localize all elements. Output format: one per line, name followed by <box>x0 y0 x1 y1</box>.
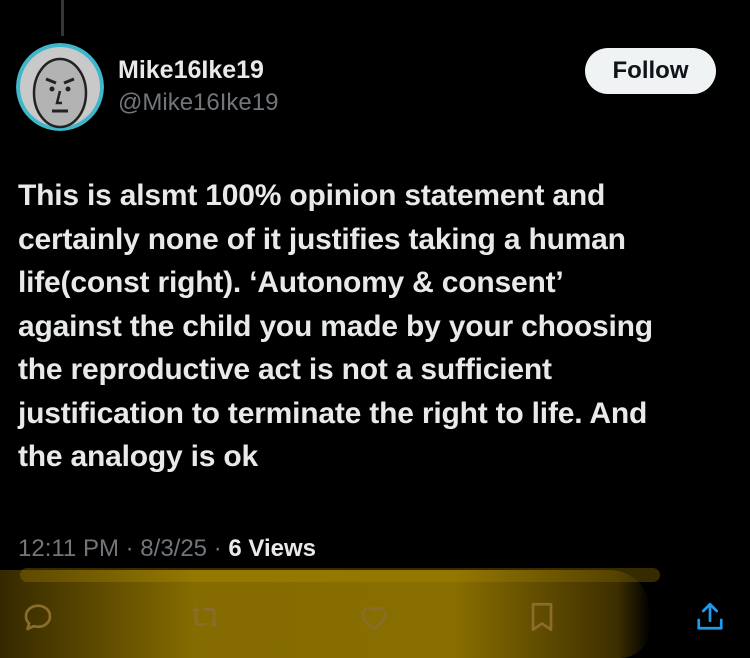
meta-separator: · <box>213 535 222 562</box>
repost-icon <box>191 606 219 628</box>
bookmark-icon <box>531 602 553 632</box>
post-date[interactable]: 8/3/25 <box>140 535 207 562</box>
post-body: This is alsmt 100% opinion statement and… <box>18 174 730 479</box>
views-count[interactable]: 6 <box>228 535 241 562</box>
post-text-line: certainly none of it justifies taking a … <box>18 222 626 256</box>
meta-separator: · <box>125 535 134 562</box>
author-display-name[interactable]: Mike16Ike19 <box>118 55 264 85</box>
reply-button[interactable] <box>16 595 60 639</box>
share-button[interactable] <box>688 595 732 639</box>
post-text-line: justification to terminate the right to … <box>18 396 648 430</box>
npc-face-icon <box>16 43 104 131</box>
like-button[interactable] <box>352 595 396 639</box>
reply-icon <box>24 604 52 631</box>
post-time[interactable]: 12:11 PM <box>18 535 119 562</box>
thread-connector-line <box>61 0 64 36</box>
author-handle[interactable]: @Mike16Ike19 <box>118 88 278 118</box>
avatar[interactable] <box>16 43 104 131</box>
post-text-line: life(const right). ‘Autonomy & consent’ <box>18 266 564 299</box>
views-label[interactable]: Views <box>248 535 316 562</box>
post-text-line: against the child you made by your choos… <box>18 309 653 343</box>
post-text-line: the analogy is ok <box>18 440 258 473</box>
bookmark-button[interactable] <box>520 595 564 639</box>
post-text-line: the reproductive act is not a sufficient <box>18 353 552 386</box>
post-meta: 12:11 PM · 8/3/25 · 6 Views <box>18 534 316 564</box>
post-text-line: This is alsmt 100% opinion statement and <box>18 179 606 212</box>
share-icon <box>697 602 723 630</box>
repost-button[interactable] <box>183 595 227 639</box>
follow-button[interactable]: Follow <box>585 48 716 94</box>
heart-icon <box>361 606 387 631</box>
